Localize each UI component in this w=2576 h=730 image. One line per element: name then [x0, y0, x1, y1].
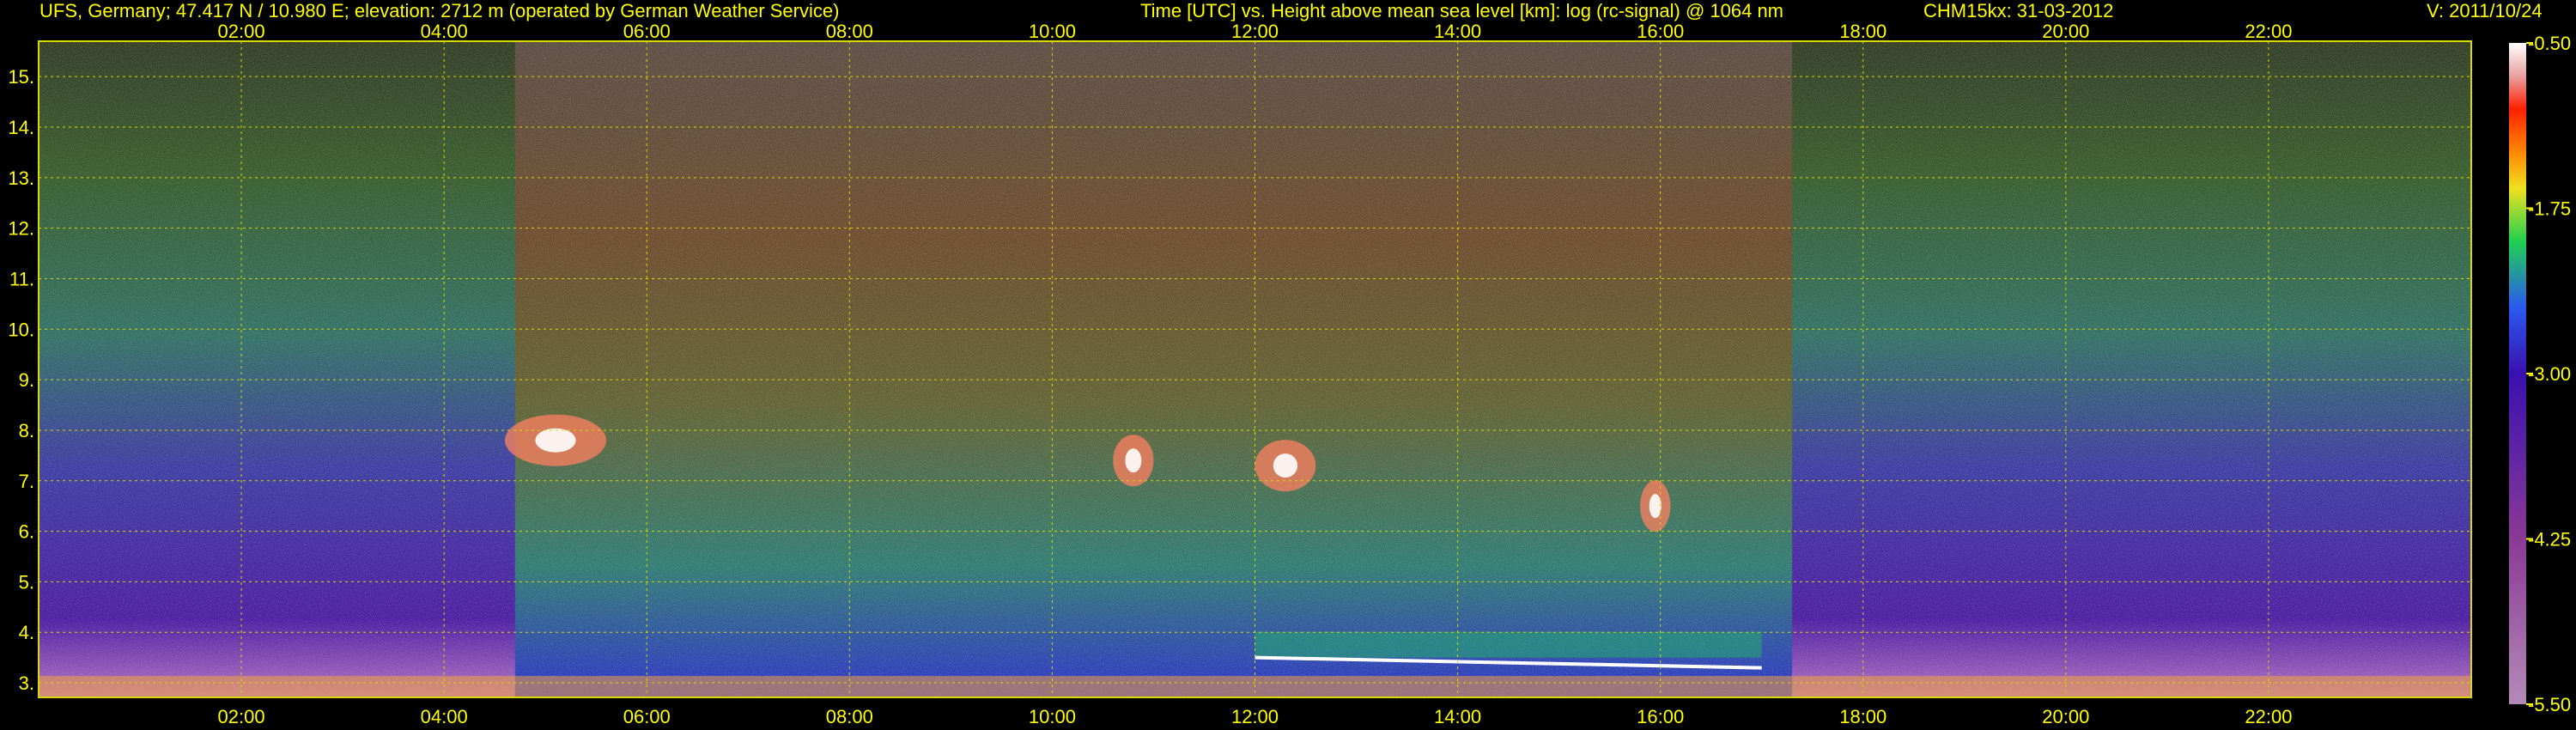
x-tick-label-top: 06:00 — [623, 21, 671, 42]
x-tick-label-top: 14:00 — [1434, 21, 1481, 42]
colorbar-tick-label: -3.00 — [2528, 363, 2571, 385]
y-tick-label: 13. — [8, 167, 34, 189]
x-tick-label-top: 10:00 — [1029, 21, 1076, 42]
x-tick-label-bottom: 08:00 — [826, 706, 873, 727]
lidar-chart: 02:00 04:00 06:00 08:00 10:00 12:00 14:00 16:00… — [0, 0, 2576, 730]
x-tick-label-bottom: 10:00 — [1029, 706, 1076, 727]
cloud-core — [1273, 453, 1298, 478]
x-tick-label-bottom: 02:00 — [218, 706, 265, 727]
station-info: UFS, Germany; 47.417 N / 10.980 E; eleva… — [39, 0, 840, 21]
x-tick-label-top: 18:00 — [1839, 21, 1886, 42]
y-tick-label: 4. — [19, 622, 34, 643]
y-tick-label: 10. — [8, 319, 34, 340]
y-tick-label: 14. — [8, 117, 34, 138]
colorbar-tick-label: -1.75 — [2528, 198, 2571, 220]
x-tick-label-bottom: 04:00 — [421, 706, 468, 727]
cloud-core — [535, 428, 576, 453]
x-tick-label-bottom: 16:00 — [1637, 706, 1684, 727]
software-version: V: 2011/10/24 — [2427, 0, 2543, 21]
colorbar-tick-label: -4.25 — [2528, 529, 2571, 551]
y-tick-label: 12. — [8, 218, 34, 240]
y-tick-label: 5. — [19, 571, 34, 593]
x-tick-label-bottom: 06:00 — [623, 706, 671, 727]
x-tick-label-top: 02:00 — [218, 21, 265, 42]
colorbar-tick-label: -5.50 — [2528, 694, 2571, 715]
y-tick-label: 15. — [8, 66, 34, 88]
x-tick-label-top: 22:00 — [2245, 21, 2292, 42]
y-tick-label: 3. — [19, 672, 34, 694]
x-tick-label-bottom: 12:00 — [1231, 706, 1279, 727]
x-tick-label-bottom: 20:00 — [2042, 706, 2089, 727]
aerosol-layer — [1255, 631, 1762, 658]
x-tick-label-top: 04:00 — [421, 21, 468, 42]
colorbar-gradient — [2509, 43, 2526, 704]
x-tick-label-top: 12:00 — [1231, 21, 1279, 42]
y-tick-label: 11. — [9, 268, 34, 289]
x-tick-label-bottom: 18:00 — [1839, 706, 1886, 727]
y-tick-label: 6. — [19, 521, 34, 543]
instrument-date: CHM15kx: 31-03-2012 — [1923, 0, 2114, 21]
x-tick-label-top: 08:00 — [826, 21, 873, 42]
cloud-core — [1649, 494, 1662, 519]
y-tick-label: 7. — [19, 471, 34, 492]
cloud-core — [1125, 448, 1142, 473]
y-tick-label: 8. — [19, 420, 34, 441]
x-tick-label-bottom: 22:00 — [2245, 706, 2292, 727]
x-tick-label-top: 16:00 — [1637, 21, 1684, 42]
y-tick-label: 9. — [19, 369, 34, 391]
colorbar-tick-label: -0.50 — [2528, 33, 2571, 54]
x-tick-label-bottom: 14:00 — [1434, 706, 1481, 727]
axes-title: Time [UTC] vs. Height above mean sea lev… — [1140, 0, 1784, 21]
x-tick-label-top: 20:00 — [2042, 21, 2089, 42]
